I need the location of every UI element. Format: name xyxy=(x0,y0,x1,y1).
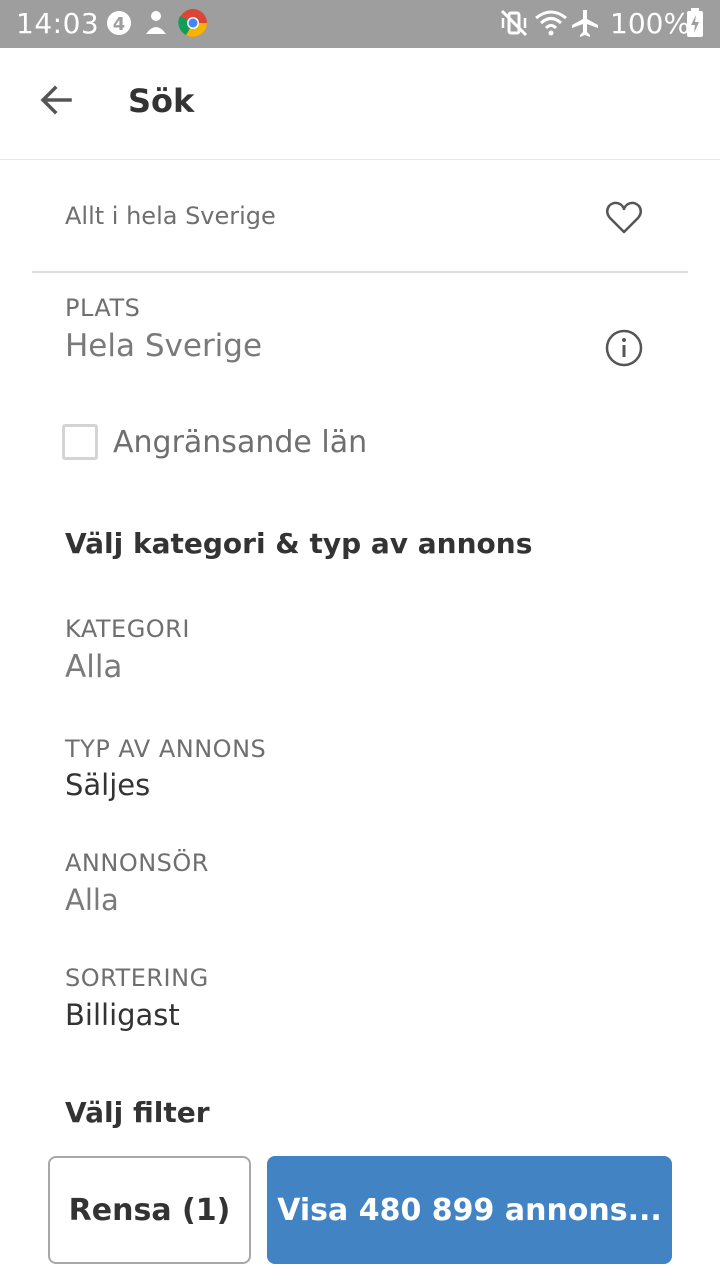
alarm-badge-icon: 4 xyxy=(106,8,132,42)
location-value: Hela Sverige xyxy=(65,328,263,364)
advertiser-label: ANNONSÖR xyxy=(65,849,209,877)
airplane-icon xyxy=(570,8,600,42)
wifi-icon xyxy=(534,8,568,42)
anonymous-icon xyxy=(142,8,170,42)
category-section-title: Välj kategori & typ av annons xyxy=(65,527,533,560)
adjacent-counties-checkbox[interactable] xyxy=(62,424,98,460)
show-results-button[interactable]: Visa 480 899 annons... xyxy=(267,1156,672,1264)
adjacent-counties-label[interactable]: Angränsande län xyxy=(113,425,367,460)
ad-type-label: TYP AV ANNONS xyxy=(65,735,267,763)
location-info-button[interactable] xyxy=(604,328,644,368)
saved-search-row[interactable]: Allt i hela Sverige xyxy=(32,160,688,273)
category-value: Alla xyxy=(65,649,123,685)
status-time: 14:03 xyxy=(16,7,100,40)
ad-type-value: Säljes xyxy=(65,768,151,802)
save-search-button[interactable] xyxy=(604,200,644,236)
heart-outline-icon xyxy=(606,201,642,234)
app-bar: Sök xyxy=(0,48,720,160)
saved-search-text: Allt i hela Sverige xyxy=(65,202,276,230)
notification-badge-count: 4 xyxy=(113,14,126,35)
filter-section-title: Välj filter xyxy=(65,1096,210,1129)
vibrate-icon xyxy=(500,8,528,42)
back-button[interactable] xyxy=(36,80,92,128)
battery-percentage: 100% xyxy=(610,7,691,40)
chrome-icon xyxy=(178,8,208,42)
battery-charging-icon xyxy=(686,8,704,42)
info-circle-icon xyxy=(605,329,643,367)
status-bar: 14:03 4 100% xyxy=(0,0,720,48)
location-label: PLATS xyxy=(65,294,141,322)
category-label: KATEGORI xyxy=(65,615,190,643)
advertiser-value: Alla xyxy=(65,883,119,917)
arrow-left-icon xyxy=(40,85,72,115)
sorting-value: Billigast xyxy=(65,998,180,1032)
clear-button[interactable]: Rensa (1) xyxy=(48,1156,251,1264)
page-title: Sök xyxy=(128,82,195,120)
sorting-label: SORTERING xyxy=(65,964,209,992)
